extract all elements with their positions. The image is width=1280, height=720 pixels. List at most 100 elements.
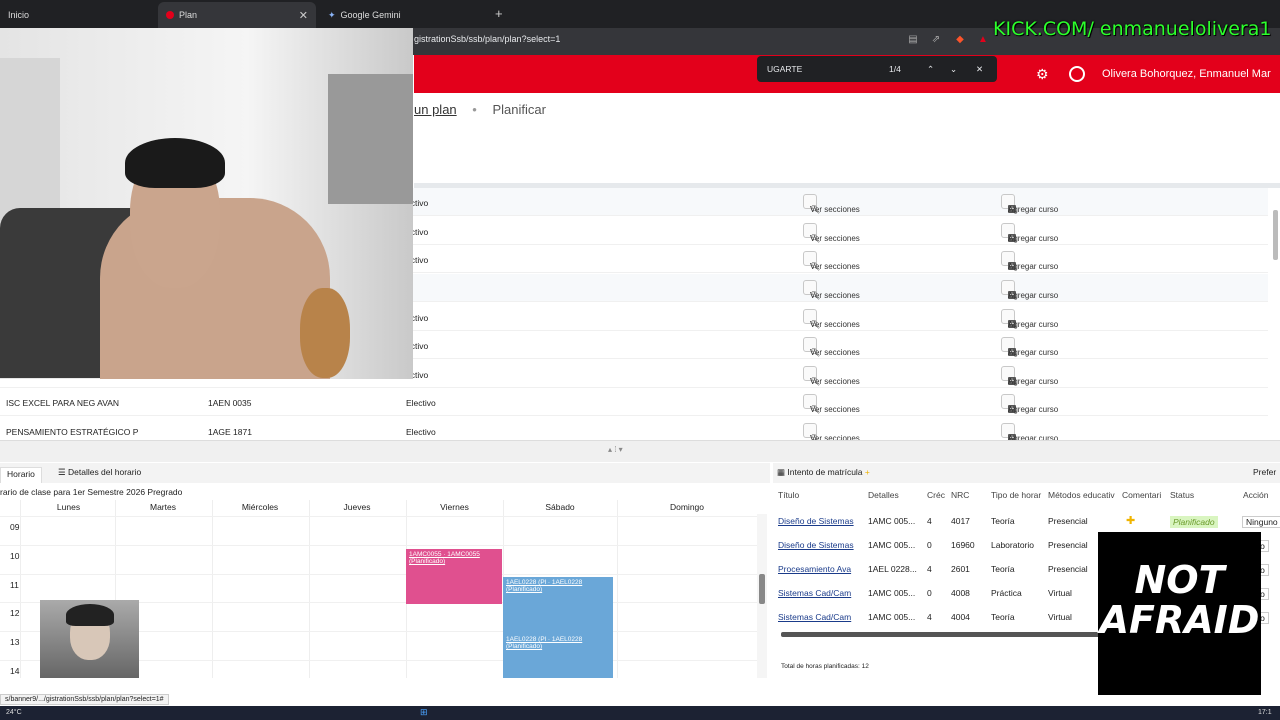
ver-secciones-button[interactable]: 🔍︎ Ver secciones	[803, 251, 860, 271]
ver-secciones-button[interactable]: 🔍︎ Ver secciones	[803, 280, 860, 300]
ver-secciones-button[interactable]: 🔍︎ Ver secciones	[803, 223, 860, 243]
url-text[interactable]: gistrationSsb/ssb/plan/plan?select=1	[414, 34, 560, 44]
ver-secciones-button[interactable]: 🔍︎ Ver secciones	[803, 366, 860, 386]
column-header[interactable]: Acción	[1243, 490, 1269, 500]
brave-shield-icon[interactable]: ◆	[953, 34, 967, 48]
windows-start-icon[interactable]: ⊞	[420, 707, 428, 718]
status-url: s/banner9/.../gistrationSsb/ssb/plan/pla…	[0, 694, 169, 705]
course-link[interactable]: Diseño de Sistemas	[778, 540, 854, 550]
breadcrumb-link[interactable]: un plan	[414, 102, 457, 117]
table-cell: 4008	[951, 588, 970, 598]
ver-secciones-button[interactable]: 🔍︎ Ver secciones	[803, 423, 860, 443]
course-code: 1AGE 1871	[208, 427, 252, 437]
table-row: ISC EXCEL PARA NEG AVAN 1AEN 0035 Electivo…	[0, 388, 1268, 416]
column-header[interactable]: Detalles	[868, 490, 899, 500]
ver-secciones-button[interactable]: 🔍︎ Ver secciones	[803, 194, 860, 214]
add-comment-icon[interactable]: ✚	[1126, 514, 1135, 527]
agregar-curso-button[interactable]: + Agregar curso	[1001, 223, 1058, 243]
table-cell: 2601	[951, 564, 970, 574]
hour-label: 11	[10, 580, 19, 590]
preferences-link[interactable]: Prefer	[1253, 467, 1276, 477]
share-icon[interactable]: ⇗	[929, 34, 943, 48]
table-cell: 1AMC 005...	[868, 516, 916, 526]
agregar-curso-button[interactable]: + Agregar curso	[1001, 309, 1058, 329]
find-query[interactable]: UGARTE	[767, 64, 802, 74]
column-header[interactable]: Comentari	[1122, 490, 1161, 500]
translate-icon[interactable]: ▤	[906, 34, 920, 48]
drag-handle-icon[interactable]: ▴ ⁞ ▾	[608, 445, 623, 454]
button-label: Agregar curso	[1008, 291, 1059, 300]
column-header[interactable]: Tipo de horar	[991, 490, 1041, 500]
grid-line	[0, 516, 758, 517]
panel-splitter[interactable]: ▴ ⁞ ▾	[0, 440, 1280, 462]
table-cell: Teoría	[991, 564, 1015, 574]
schedule-tabs: Horario ☰ Detalles del horario	[0, 463, 770, 483]
day-header: Miércoles	[241, 502, 279, 512]
brave-rewards-icon[interactable]: ▲	[976, 34, 990, 48]
ver-secciones-button[interactable]: 🔍︎ Ver secciones	[803, 394, 860, 414]
agregar-curso-button[interactable]: + Agregar curso	[1001, 366, 1058, 386]
new-tab-icon[interactable]: +	[495, 6, 503, 21]
column-header[interactable]: Título	[778, 490, 799, 500]
horizontal-scrollbar[interactable]	[781, 632, 1101, 637]
course-link[interactable]: Diseño de Sistemas	[778, 516, 854, 526]
course-type: Electivo	[406, 398, 436, 408]
course-link[interactable]: Sistemas Cad/Cam	[778, 612, 851, 622]
schedule-event[interactable]: 1AEL0228 (Pl · 1AEL0228 (Planificado)	[503, 577, 613, 634]
schedule-event[interactable]: 1AMC0055 · 1AMC0055 (Planificado)	[406, 549, 502, 604]
table-cell: Presencial	[1048, 516, 1088, 526]
chevron-up-icon[interactable]: ⌃	[927, 64, 934, 75]
agregar-curso-button[interactable]: + Agregar curso	[1001, 251, 1058, 271]
day-header: Viernes	[440, 502, 469, 512]
find-bar[interactable]: UGARTE 1/4 ⌃ ⌄ ✕	[757, 56, 997, 82]
close-icon[interactable]: ✕	[299, 9, 308, 22]
agregar-curso-button[interactable]: + Agregar curso	[1001, 394, 1058, 414]
table-cell[interactable]: Ninguno	[1242, 516, 1280, 528]
button-label: Ver secciones	[810, 348, 860, 357]
course-link[interactable]: Procesamiento Ava	[778, 564, 851, 574]
agregar-curso-button[interactable]: + Agregar curso	[1001, 194, 1058, 214]
table-cell: Teoría	[991, 612, 1015, 622]
course-title: ISC EXCEL PARA NEG AVAN	[6, 398, 120, 408]
tab-detalles-horario[interactable]: ☰ Detalles del horario	[58, 467, 141, 478]
column-line	[617, 500, 618, 678]
chevron-down-icon[interactable]: ⌄	[950, 64, 957, 75]
breadcrumb-separator: •	[472, 102, 477, 117]
column-header[interactable]: NRC	[951, 490, 969, 500]
scroll-thumb[interactable]	[759, 574, 765, 604]
tab-gemini[interactable]: ✦ Google Gemini	[320, 2, 490, 28]
plus-icon[interactable]: +	[865, 467, 870, 477]
hour-label: 09	[10, 522, 20, 532]
user-icon[interactable]	[1069, 66, 1085, 82]
table-cell: 1AMC 005...	[868, 612, 916, 622]
close-icon[interactable]: ✕	[976, 64, 983, 75]
tab-plan[interactable]: Plan ✕	[158, 2, 316, 28]
tab-horario[interactable]: Horario	[0, 467, 42, 483]
table-cell: Virtual	[1048, 612, 1072, 622]
intent-title: ▦ Intento de matrícula +	[777, 467, 870, 478]
list-icon: ☰	[58, 467, 68, 477]
course-link[interactable]: Sistemas Cad/Cam	[778, 588, 851, 598]
ver-secciones-button[interactable]: 🔍︎ Ver secciones	[803, 337, 860, 357]
tab-label: Horario	[7, 469, 35, 479]
clock: 17:1	[1258, 709, 1272, 716]
agregar-curso-button[interactable]: + Agregar curso	[1001, 423, 1058, 443]
button-label: Ver secciones	[810, 291, 860, 300]
table-cell: 1AEL 0228...	[868, 564, 917, 574]
schedule-scrollbar[interactable]	[757, 514, 767, 678]
column-header[interactable]: Créc	[927, 490, 945, 500]
scrollbar[interactable]	[1273, 210, 1278, 260]
column-header[interactable]: Métodos educativ	[1048, 490, 1115, 500]
weather[interactable]: 24°C	[6, 709, 22, 716]
agregar-curso-button[interactable]: + Agregar curso	[1001, 280, 1058, 300]
tab-inicio[interactable]: Inicio	[0, 2, 150, 28]
schedule-event[interactable]: 1AEL0228 (Pl · 1AEL0228 (Planificado)	[503, 634, 613, 678]
ver-secciones-button[interactable]: 🔍︎ Ver secciones	[803, 309, 860, 329]
gear-icon[interactable]: ⚙	[1036, 66, 1049, 83]
column-header[interactable]: Status	[1170, 490, 1194, 500]
button-label: Agregar curso	[1008, 262, 1059, 271]
user-name[interactable]: Olivera Bohorquez, Enmanuel Mar	[1102, 68, 1271, 80]
gemini-icon: ✦	[328, 9, 336, 20]
agregar-curso-button[interactable]: + Agregar curso	[1001, 337, 1058, 357]
grid-line	[0, 574, 758, 575]
